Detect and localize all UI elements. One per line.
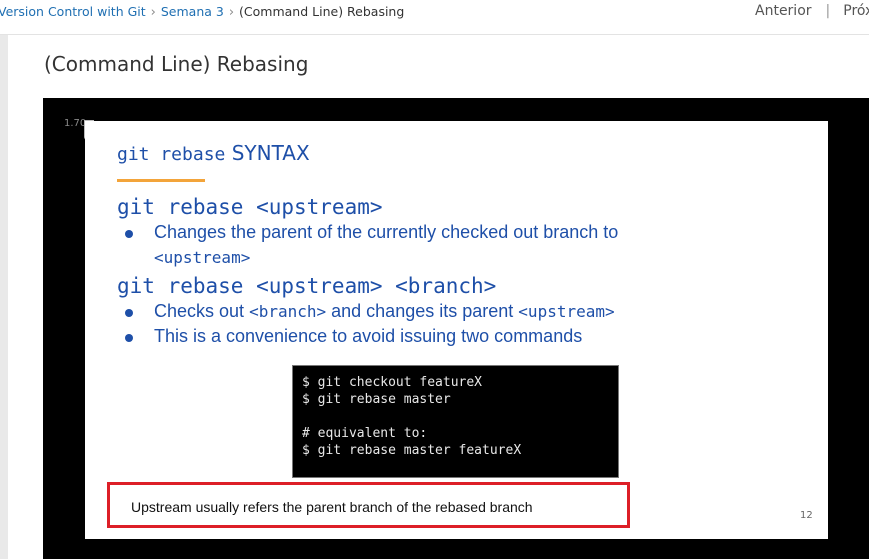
bullet-text: and changes its parent [331,301,514,321]
callout-box: Upstream usually refers the parent branc… [107,482,630,528]
breadcrumb: Version Control with Git › Semana 3 › (Comma… [0,4,404,20]
terminal-example: $ git checkout featureX $ git rebase mas… [292,365,619,478]
terminal-line: $ git rebase master featureX [302,443,522,458]
slide-page-number: 12 [800,510,813,521]
heading-underline [117,179,205,182]
slide-heading-text: SYNTAX [231,141,310,165]
bullet-upstream-code: <upstream> [518,302,615,321]
breadcrumb-current: (Command Line) Rebasing [239,4,405,19]
command-rebase-upstream-branch: git rebase <upstream> <branch> [117,274,497,298]
terminal-line: $ git rebase master [302,392,451,407]
breadcrumb-course-link[interactable]: Version Control with Git [0,4,146,19]
page-title: (Command Line) Rebasing [44,52,309,76]
bullet-changes-parent: Changes the parent of the currently chec… [154,222,619,242]
next-button[interactable]: Próx [843,3,869,19]
playback-speed-label[interactable]: 1.70 [64,118,86,129]
nav-divider: | [825,3,831,19]
command-rebase-upstream: git rebase <upstream> [117,195,383,219]
previous-button[interactable]: Anterior [755,3,812,19]
video-slide: git rebase SYNTAX git rebase <upstream> … [85,121,828,539]
slide-heading-code: git rebase [117,144,226,165]
terminal-line: $ git checkout featureX [302,375,483,390]
bullet-branch-code: <branch> [249,302,327,321]
chevron-right-icon: › [150,5,156,20]
bullet-checks-out: Checks out <branch> and changes its pare… [154,301,615,322]
callout-text: Upstream usually refers the parent branc… [131,499,533,515]
bullet-convenience: This is a convenience to avoid issuing t… [154,326,583,346]
sidebar-strip [0,35,8,559]
bullet-icon [125,309,133,317]
terminal-line: # equivalent to: [302,426,428,441]
slide-heading: git rebase SYNTAX [117,141,310,165]
top-navigation-bar: Version Control with Git › Semana 3 › (Comma… [0,0,869,35]
bullet-icon [125,230,133,238]
chevron-right-icon: › [228,5,235,20]
lesson-navigation: Anterior | Próx [755,3,869,19]
bullet-text: Checks out [154,301,245,321]
bullet-icon [125,334,133,342]
breadcrumb-week-link[interactable]: Semana 3 [161,4,224,19]
bullet-upstream-code: <upstream> [154,248,251,267]
